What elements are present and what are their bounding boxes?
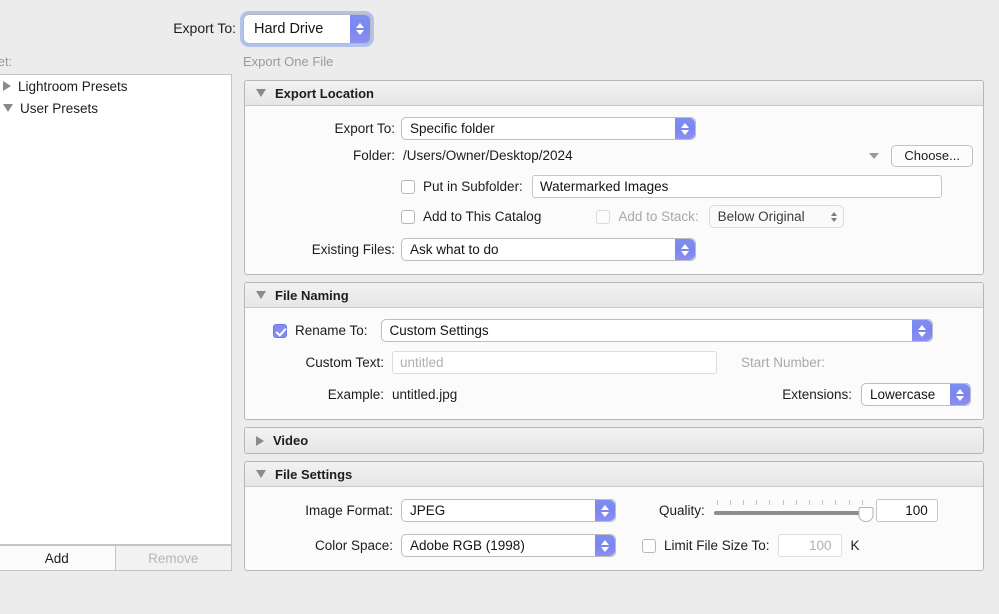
row-add-to-catalog: Add to This Catalog Add to Stack: Below …	[245, 203, 983, 230]
quality-slider-thumb[interactable]	[858, 506, 874, 522]
panel-export-location: Export Location Export To: Specific fold…	[244, 80, 984, 275]
panel-header-file-settings[interactable]: File Settings	[245, 462, 983, 487]
disclosure-triangle-open-icon[interactable]	[256, 291, 266, 299]
rename-to-label: Rename To:	[295, 323, 368, 338]
export-to-folder-popup[interactable]: Specific folder	[401, 117, 696, 140]
row-export-to: Export To: Specific folder	[245, 115, 983, 142]
panel-header-file-naming[interactable]: File Naming	[245, 283, 983, 308]
stepper-chevrons-icon[interactable]	[950, 384, 970, 405]
disclosure-triangle-open-icon[interactable]	[3, 104, 13, 112]
quality-value-input[interactable]: 100	[875, 499, 938, 522]
color-space-value: Adobe RGB (1998)	[410, 538, 525, 553]
preset-list-panel: Lightroom Presets User Presets	[0, 74, 232, 545]
add-to-stack-label: Add to Stack:	[618, 209, 699, 224]
export-to-label: Export To:	[173, 20, 236, 36]
disclosure-triangle-closed-icon[interactable]	[3, 81, 11, 91]
extensions-case-popup[interactable]: Lowercase	[861, 383, 971, 406]
remove-preset-button: Remove	[114, 545, 232, 571]
panel-file-naming: File Naming Rename To: Custom Settings C…	[244, 282, 984, 420]
panel-title: Export Location	[275, 85, 374, 101]
existing-files-label: Existing Files:	[311, 242, 395, 257]
stepper-chevrons-icon[interactable]	[595, 535, 615, 556]
add-to-this-catalog-label: Add to This Catalog	[423, 209, 542, 224]
panel-title: Video	[273, 433, 309, 448]
add-to-stack-value: Below Original	[717, 209, 805, 224]
sidebar-item-user-presets[interactable]: User Presets	[0, 97, 231, 119]
stepper-chevrons-icon[interactable]	[595, 500, 615, 521]
subfolder-name-input[interactable]: Watermarked Images	[531, 175, 942, 198]
preset-label: eset:	[0, 54, 13, 69]
row-custom-text: Custom Text: untitled Start Number:	[245, 349, 983, 376]
export-to-folder-value: Specific folder	[410, 121, 495, 136]
image-format-value: JPEG	[410, 503, 446, 518]
row-image-format: Image Format: JPEG Quality: 100	[245, 497, 983, 524]
panel-header-export-location[interactable]: Export Location	[245, 81, 983, 106]
extensions-label: Extensions:	[782, 387, 852, 402]
chevron-updown-icon	[825, 211, 843, 222]
example-label: Example:	[327, 387, 384, 402]
stepper-chevrons-icon[interactable]	[911, 320, 932, 341]
limit-file-size-checkbox[interactable]	[642, 538, 656, 553]
color-space-label: Color Space:	[314, 538, 393, 553]
export-to-destination-popup[interactable]: Hard Drive	[243, 14, 371, 44]
image-format-label: Image Format:	[305, 503, 393, 518]
folder-history-chevron-down-icon[interactable]	[869, 152, 880, 159]
dialog-topbar: eset: Export To: Hard Drive Export One F…	[0, 0, 999, 74]
custom-text-input[interactable]: untitled	[392, 351, 717, 374]
row-example: Example: untitled.jpg Extensions: Lowerc…	[245, 381, 983, 408]
quality-label: Quality:	[659, 503, 705, 518]
add-to-stack-checkbox	[596, 209, 611, 224]
row-rename-to: Rename To: Custom Settings	[245, 317, 983, 344]
export-settings-scroll-area: Export Location Export To: Specific fold…	[244, 80, 984, 614]
put-in-subfolder-checkbox[interactable]	[401, 179, 415, 194]
sidebar-item-lightroom-presets[interactable]: Lightroom Presets	[0, 75, 231, 97]
export-summary-text: Export One File	[243, 54, 334, 69]
stepper-chevrons-icon[interactable]	[675, 239, 695, 260]
sidebar-item-label: User Presets	[20, 100, 99, 116]
disclosure-triangle-open-icon[interactable]	[256, 89, 266, 97]
rename-to-checkbox[interactable]	[273, 323, 287, 338]
stepper-chevrons-icon[interactable]	[675, 118, 695, 139]
preset-list-buttons: Add Remove	[0, 545, 232, 571]
panel-header-video[interactable]: Video	[245, 428, 983, 453]
row-folder: Folder: /Users/Owner/Desktop/2024 Choose…	[245, 142, 983, 169]
sidebar-item-label: Lightroom Presets	[18, 78, 128, 94]
add-to-this-catalog-checkbox[interactable]	[401, 209, 415, 224]
quality-slider-fill	[713, 510, 866, 515]
add-preset-button[interactable]: Add	[0, 545, 116, 571]
limit-file-size-label: Limit File Size To:	[664, 538, 770, 553]
panel-video: Video	[244, 427, 984, 454]
quality-slider-ticks	[716, 499, 863, 506]
panel-title: File Settings	[275, 466, 353, 482]
rename-to-preset-popup[interactable]: Custom Settings	[380, 319, 933, 342]
choose-folder-button[interactable]: Choose...	[891, 144, 973, 167]
row-color-space: Color Space: Adobe RGB (1998) Limit File…	[245, 532, 983, 559]
extensions-case-value: Lowercase	[870, 387, 936, 402]
start-number-label: Start Number:	[741, 355, 826, 370]
example-value: untitled.jpg	[392, 387, 458, 402]
put-in-subfolder-label: Put in Subfolder:	[423, 179, 523, 194]
add-to-stack-popup: Below Original	[708, 205, 844, 228]
export-to-destination-value: Hard Drive	[254, 21, 324, 37]
custom-text-label: Custom Text:	[305, 355, 384, 370]
existing-files-value: Ask what to do	[410, 242, 499, 257]
row-existing-files: Existing Files: Ask what to do	[245, 236, 983, 263]
existing-files-popup[interactable]: Ask what to do	[401, 238, 696, 261]
color-space-popup[interactable]: Adobe RGB (1998)	[401, 534, 616, 557]
folder-path-value: /Users/Owner/Desktop/2024	[403, 148, 573, 163]
row-put-in-subfolder: Put in Subfolder: Watermarked Images	[245, 173, 983, 200]
disclosure-triangle-closed-icon[interactable]	[256, 435, 264, 446]
image-format-popup[interactable]: JPEG	[401, 499, 616, 522]
export-to-label: Export To:	[334, 121, 395, 136]
folder-label: Folder:	[352, 148, 395, 163]
disclosure-triangle-open-icon[interactable]	[256, 470, 266, 478]
quality-slider[interactable]	[713, 499, 874, 522]
limit-file-size-input[interactable]: 100	[777, 534, 842, 557]
rename-to-preset-value: Custom Settings	[389, 323, 489, 338]
panel-file-settings: File Settings Image Format: JPEG Quality…	[244, 461, 984, 571]
limit-file-size-unit-label: K	[850, 538, 860, 553]
stepper-chevrons-icon[interactable]	[350, 15, 370, 43]
panel-title: File Naming	[275, 287, 349, 303]
